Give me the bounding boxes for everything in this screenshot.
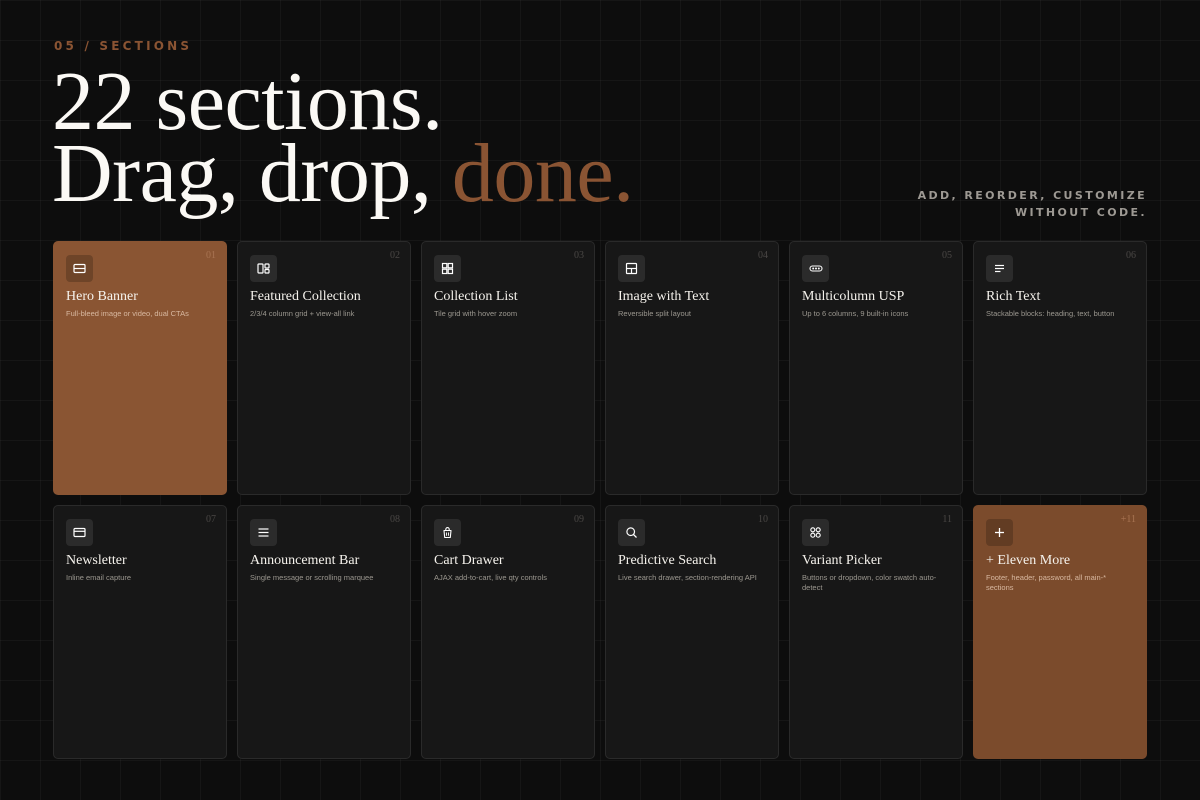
section-description: AJAX add-to-cart, live qty controls (434, 573, 547, 582)
section-card-featured-collection[interactable]: 02 Featured Collection 2/3/4 column grid… (237, 241, 411, 495)
collection-grid-icon (250, 255, 277, 282)
section-card-image-with-text[interactable]: 04 Image with Text Reversible split layo… (605, 241, 779, 495)
tagline-line-1: ADD, REORDER, CUSTOMIZE (917, 189, 1147, 202)
columns-dots-icon (802, 255, 829, 282)
section-number: 08 (390, 514, 400, 525)
section-description: Stackable blocks: heading, text, button (986, 309, 1115, 318)
section-title: Hero Banner (66, 289, 138, 304)
section-eyebrow: 05 / SECTIONS (54, 39, 193, 53)
shopping-bag-icon (434, 519, 461, 546)
section-title: Cart Drawer (434, 553, 504, 568)
section-number: 09 (574, 514, 584, 525)
section-title: Predictive Search (618, 553, 717, 568)
section-number: 11 (942, 514, 952, 525)
sections-grid: 01 Hero Banner Full-bleed image or video… (53, 241, 1147, 759)
plus-icon (986, 519, 1013, 546)
section-description: 2/3/4 column grid + view-all link (250, 309, 355, 318)
section-title: Image with Text (618, 289, 710, 304)
section-number: 02 (390, 250, 400, 261)
search-icon (618, 519, 645, 546)
section-card-eleven-more[interactable]: +11 + Eleven More Footer, header, passwo… (973, 505, 1147, 759)
page-headline: 22 sections. Drag, drop, done. (52, 60, 634, 216)
section-number: 06 (1126, 250, 1136, 261)
section-number: +11 (1120, 514, 1136, 525)
headline-accent: done. (451, 127, 634, 220)
section-description: Buttons or dropdown, color swatch auto-d… (802, 573, 937, 592)
section-title: Announcement Bar (250, 553, 360, 568)
section-description: Inline email capture (66, 573, 132, 582)
section-card-rich-text[interactable]: 06 Rich Text Stackable blocks: heading, … (973, 241, 1147, 495)
image-banner-icon (66, 255, 93, 282)
section-number: 10 (758, 514, 768, 525)
section-description: Footer, header, password, all main-* sec… (986, 573, 1107, 592)
section-card-collection-list[interactable]: 03 Collection List Tile grid with hover … (421, 241, 595, 495)
tagline-line-2: WITHOUT CODE. (1015, 206, 1147, 219)
section-title: Variant Picker (802, 553, 882, 568)
section-title: Rich Text (986, 289, 1041, 304)
section-card-hero-banner[interactable]: 01 Hero Banner Full-bleed image or video… (53, 241, 227, 495)
section-card-variant-picker[interactable]: 11 Variant Picker Buttons or dropdown, c… (789, 505, 963, 759)
headline-line-2: Drag, drop, (52, 127, 452, 220)
section-number: 07 (206, 514, 216, 525)
section-title: Multicolumn USP (802, 289, 905, 304)
section-card-predictive-search[interactable]: 10 Predictive Search Live search drawer,… (605, 505, 779, 759)
section-card-cart-drawer[interactable]: 09 Cart Drawer AJAX add-to-cart, live qt… (421, 505, 595, 759)
section-card-newsletter[interactable]: 07 Newsletter Inline email capture (53, 505, 227, 759)
section-card-multicolumn-usp[interactable]: 05 Multicolumn USP Up to 6 columns, 9 bu… (789, 241, 963, 495)
split-layout-icon (618, 255, 645, 282)
tagline: ADD, REORDER, CUSTOMIZE WITHOUT CODE. (918, 187, 1147, 221)
section-description: Single message or scrolling marquee (250, 573, 374, 582)
swatches-icon (802, 519, 829, 546)
section-number: 05 (942, 250, 952, 261)
section-title: Collection List (434, 289, 518, 304)
section-description: Up to 6 columns, 9 built-in icons (802, 309, 909, 318)
section-description: Reversible split layout (618, 309, 691, 318)
section-number: 04 (758, 250, 768, 261)
section-number: 03 (574, 250, 584, 261)
section-card-announcement-bar[interactable]: 08 Announcement Bar Single message or sc… (237, 505, 411, 759)
tile-grid-icon (434, 255, 461, 282)
section-title: Featured Collection (250, 289, 361, 304)
section-number: 01 (206, 250, 216, 261)
section-description: Live search drawer, section-rendering AP… (618, 573, 757, 582)
menu-lines-icon (250, 519, 277, 546)
section-title: Newsletter (66, 553, 127, 568)
section-description: Tile grid with hover zoom (434, 309, 518, 318)
email-card-icon (66, 519, 93, 546)
section-description: Full-bleed image or video, dual CTAs (66, 309, 189, 318)
section-title: + Eleven More (986, 553, 1071, 568)
text-lines-icon (986, 255, 1013, 282)
